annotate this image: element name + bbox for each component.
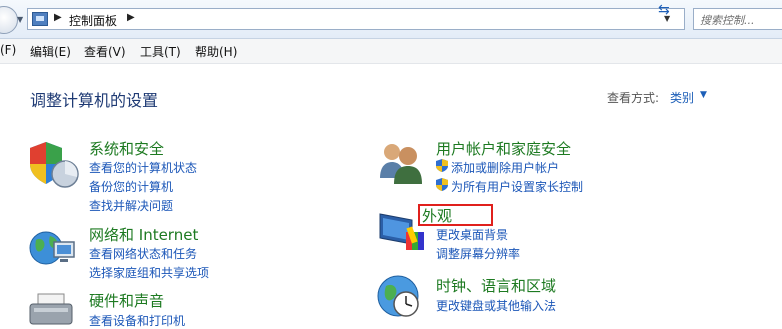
control-panel-icon [32, 12, 48, 26]
view-by-dropdown[interactable]: 类别 [670, 89, 694, 106]
breadcrumb-separator-icon[interactable]: ▶ [54, 12, 62, 23]
uac-shield-icon [436, 159, 448, 172]
view-by-label: 查看方式: [607, 91, 660, 105]
link-add-remove-accounts[interactable]: 添加或删除用户帐户 [451, 159, 559, 176]
refresh-icon[interactable]: ⇆ [658, 2, 670, 18]
shield-chart-icon[interactable] [28, 140, 80, 190]
menu-bar: (F) 编辑(E) 查看(V) 工具(T) 帮助(H) [0, 39, 782, 64]
menu-edit[interactable]: 编辑(E) [30, 43, 71, 60]
menu-view[interactable]: 查看(V) [84, 43, 126, 60]
page-title: 调整计算机的设置 [30, 91, 159, 110]
category-hardware-sound[interactable]: 硬件和声音 [89, 290, 164, 311]
link-devices-printers[interactable]: 查看设备和打印机 [89, 312, 185, 329]
menu-help[interactable]: 帮助(H) [195, 43, 237, 60]
recent-pages-dropdown-icon[interactable]: ▼ [17, 15, 23, 24]
category-system-security[interactable]: 系统和安全 [89, 138, 164, 159]
back-button[interactable] [0, 6, 18, 34]
view-by-chevron-down-icon[interactable]: ▼ [700, 90, 707, 100]
address-box[interactable]: ▶ 控制面板 ▶ ▼ [27, 8, 685, 30]
link-homegroup-sharing[interactable]: 选择家庭组和共享选项 [89, 264, 209, 281]
link-change-desktop-background[interactable]: 更改桌面背景 [436, 226, 508, 243]
link-change-keyboards[interactable]: 更改键盘或其他输入法 [436, 297, 556, 314]
network-globe-icon[interactable] [28, 226, 80, 276]
breadcrumb-control-panel[interactable]: 控制面板 [69, 12, 117, 29]
link-adjust-resolution[interactable]: 调整屏幕分辨率 [436, 245, 520, 262]
category-network-internet[interactable]: 网络和 Internet [89, 224, 198, 245]
link-parental-controls[interactable]: 为所有用户设置家长控制 [451, 178, 583, 195]
link-backup-computer[interactable]: 备份您的计算机 [89, 178, 173, 195]
link-troubleshoot[interactable]: 查找并解决问题 [89, 197, 173, 214]
link-view-computer-status[interactable]: 查看您的计算机状态 [89, 159, 197, 176]
link-network-status[interactable]: 查看网络状态和任务 [89, 245, 197, 262]
printer-icon[interactable] [28, 292, 80, 329]
category-user-accounts[interactable]: 用户帐户和家庭安全 [436, 138, 571, 159]
users-icon[interactable] [376, 138, 426, 186]
search-input[interactable]: 搜索控制... [693, 8, 782, 30]
menu-file[interactable]: (F) [0, 43, 16, 57]
clock-globe-icon[interactable] [376, 272, 428, 320]
breadcrumb-separator-icon[interactable]: ▶ [127, 12, 135, 23]
address-bar-area: ▼ ▶ 控制面板 ▶ ▼ ⇆ 搜索控制... [0, 0, 782, 39]
search-placeholder: 搜索控制... [700, 14, 755, 27]
category-clock-language-region[interactable]: 时钟、语言和区域 [436, 275, 556, 296]
menu-tools[interactable]: 工具(T) [140, 43, 181, 60]
uac-shield-icon [436, 178, 448, 191]
category-appearance[interactable]: 外观 [422, 205, 452, 226]
